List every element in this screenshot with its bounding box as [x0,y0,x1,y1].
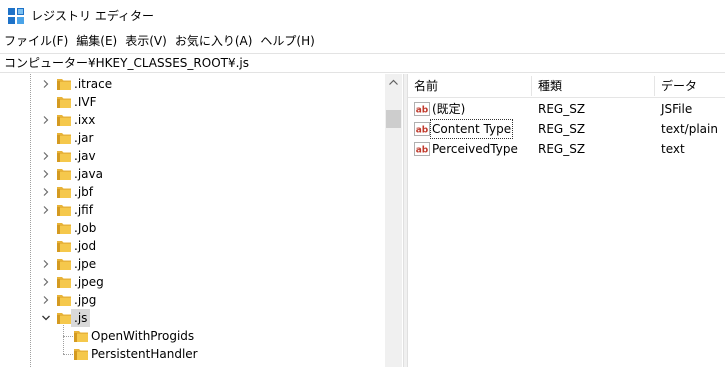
tree-scrollbar[interactable] [385,74,402,367]
chevron-right-icon[interactable] [40,294,52,306]
scroll-thumb[interactable] [386,110,401,128]
tree-item-label: .jpeg [74,275,104,289]
svg-text:ab: ab [416,106,429,116]
tree-item[interactable]: .ixx [0,111,385,129]
value-type: REG_SZ [538,122,586,136]
chevron-down-icon[interactable] [40,312,52,324]
folder-icon [57,313,71,324]
chevron-right-icon[interactable] [40,276,52,288]
chevron-right-icon[interactable] [40,168,52,180]
address-bar[interactable]: コンピューター¥HKEY_CLASSES_ROOT¥.js [0,53,725,73]
tree-item[interactable]: .jpg [0,291,385,309]
value-type: REG_SZ [538,142,586,156]
window-title: レジストリ エディター [31,9,154,23]
tree-item[interactable]: .itrace [0,75,385,93]
tree-item-label: .IVF [74,95,97,109]
string-value-icon: ab [414,102,430,116]
tree-guide-line [63,325,64,354]
folder-icon [74,331,88,342]
tree-item[interactable]: PersistentHandler [0,345,385,363]
chevron-right-icon[interactable] [40,78,52,90]
column-header-type[interactable]: 種類 [532,74,562,98]
tree-item-label: .jar [74,131,94,145]
tree-item-label: .jpe [74,257,97,271]
chevron-right-icon[interactable] [40,186,52,198]
tree-item-label: .ixx [74,113,96,127]
tree-item-label: .java [74,167,103,181]
svg-text:ab: ab [416,126,429,136]
value-name: PerceivedType [432,142,518,156]
value-list[interactable]: 名前 種類 データ ab (既定) REG_SZ JSFile ab Content Ty… [408,74,725,367]
value-name: (既定) [432,102,466,116]
folder-icon [57,133,71,144]
tree-item[interactable]: .jav [0,147,385,165]
scroll-up-arrow-icon[interactable] [385,74,402,91]
title-bar: レジストリ エディター [0,0,725,31]
value-data: JSFile [661,102,693,116]
folder-icon [57,277,71,288]
folder-icon [57,115,71,126]
tree-item-label: PersistentHandler [91,347,198,361]
value-name: Content Type [430,119,514,139]
folder-icon [57,151,71,162]
list-header: 名前 種類 データ [408,74,725,98]
tree-item-label: .jbf [74,185,93,199]
value-data: text/plain [661,122,718,136]
tree-item-label: .jod [74,239,97,253]
folder-icon [57,259,71,270]
menu-view[interactable]: 表示(V) [121,31,171,52]
tree-guide-line [63,354,73,355]
tree-item-label: .jav [74,149,96,163]
registry-editor-icon [8,8,24,24]
chevron-right-icon[interactable] [40,114,52,126]
tree-item[interactable]: .jpe [0,255,385,273]
tree-guide-line [63,336,73,337]
column-header-data[interactable]: データ [655,74,697,98]
value-data: text [661,142,685,156]
tree-item[interactable]: .jod [0,237,385,255]
menu-file[interactable]: ファイル(F) [0,31,72,52]
chevron-right-icon[interactable] [40,150,52,162]
tree-item-label: .js [71,309,91,327]
tree-item[interactable]: .Job [0,219,385,237]
folder-icon [57,205,71,216]
value-row[interactable]: ab Content Type REG_SZ text/plain [408,119,725,139]
tree-item-label: .jpg [74,293,97,307]
menu-edit[interactable]: 編集(E) [72,31,121,52]
tree-item-label: .Job [74,221,97,235]
tree-item-label: .itrace [74,77,113,91]
menu-help[interactable]: ヘルプ(H) [256,31,318,52]
tree-item-label: .jfif [74,203,93,217]
folder-icon [57,97,71,108]
tree-item[interactable]: .jpeg [0,273,385,291]
value-type: REG_SZ [538,102,586,116]
folder-icon [57,79,71,90]
tree-item[interactable]: OpenWithProgids [0,327,385,345]
folder-icon [57,169,71,180]
value-row[interactable]: ab (既定) REG_SZ JSFile [408,99,725,119]
value-row[interactable]: ab PerceivedType REG_SZ text [408,139,725,159]
tree-item[interactable]: .jfif [0,201,385,219]
folder-icon [57,241,71,252]
tree-item[interactable]: .jar [0,129,385,147]
tree-item[interactable]: .IVF [0,93,385,111]
svg-text:ab: ab [416,146,429,156]
folder-icon [57,295,71,306]
tree-item-label: OpenWithProgids [91,329,195,343]
string-value-icon: ab [414,122,430,136]
folder-icon [74,349,88,360]
menu-favorites[interactable]: お気に入り(A) [171,31,257,52]
folder-icon [57,223,71,234]
tree-item[interactable]: .js [0,309,385,327]
folder-icon [57,187,71,198]
chevron-right-icon[interactable] [40,258,52,270]
menu-bar: ファイル(F) 編集(E) 表示(V) お気に入り(A) ヘルプ(H) [0,31,725,52]
tree-item[interactable]: .java [0,165,385,183]
tree-item[interactable]: .jbf [0,183,385,201]
string-value-icon: ab [414,142,430,156]
key-tree[interactable]: .itrace .IVF .ixx .jar .jav .java .jbf .jfif .Jo… [0,74,403,367]
column-header-name[interactable]: 名前 [408,74,438,98]
chevron-right-icon[interactable] [40,204,52,216]
